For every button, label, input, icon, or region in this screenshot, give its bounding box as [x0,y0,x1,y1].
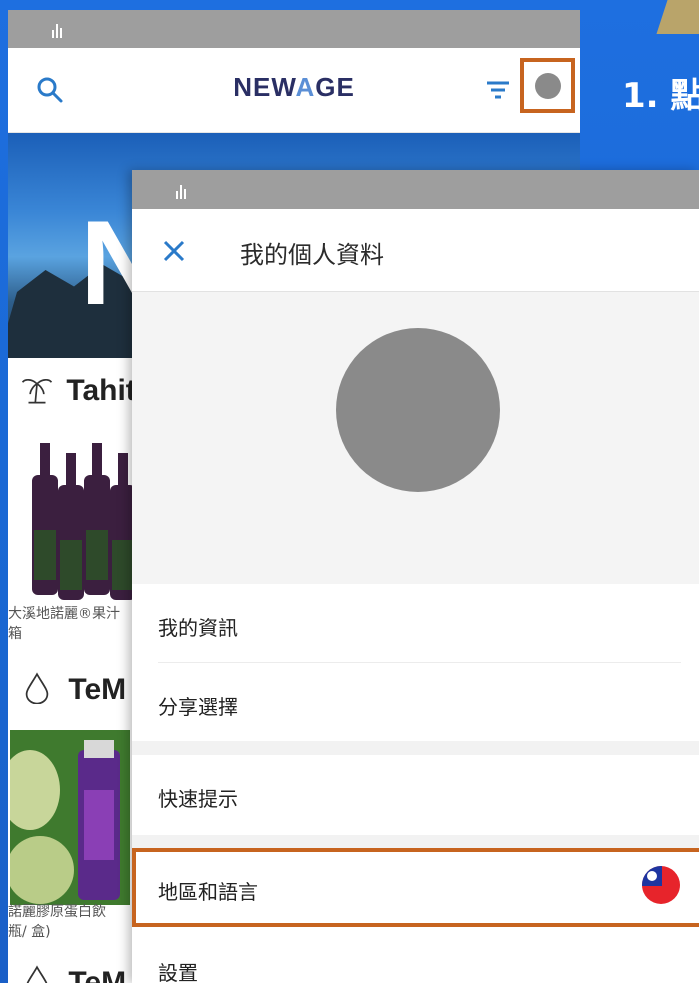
water-drop-icon [26,965,48,983]
product-image-noni-collagen[interactable] [10,730,130,905]
menu-item-label: 我的資訊 [158,616,238,640]
profile-avatar-button[interactable] [520,58,575,113]
product-image-noni-juice[interactable] [22,435,142,605]
signal-icon [52,24,64,38]
section-gap [132,741,699,755]
menu-item-label: 快速提示 [158,787,238,811]
menu-item-share-choice[interactable]: 分享選擇 [132,663,699,741]
menu-item-label: 設置 [158,961,198,983]
profile-avatar[interactable] [336,328,500,492]
menu-item-label: 分享選擇 [158,695,238,719]
page-title: 我的個人資料 [240,241,384,269]
status-bar [132,170,699,209]
profile-screen: 我的個人資料 我的資訊 分享選擇 快速提示 地區和語言 設置 [132,170,699,983]
profile-photo-area [132,292,699,584]
menu-item-settings[interactable]: 設置 [132,941,699,983]
menu-item-my-info[interactable]: 我的資訊 [132,584,699,662]
close-icon[interactable] [160,237,188,265]
avatar [535,73,561,99]
product-caption-noni-collagen: 諾麗膠原蛋白飲 瓶/ 盒) [8,904,106,940]
filter-icon[interactable] [484,76,512,104]
menu-item-region-language[interactable]: 地區和語言 [132,848,699,927]
menu-item-label: 地區和語言 [158,880,258,904]
step-label: 1. 點 [622,76,699,116]
palm-tree-icon [21,379,53,404]
product-caption-noni-juice: 大溪地諾麗®果汁 箱 [8,606,120,642]
water-drop-icon [25,672,49,705]
taiwan-flag-icon [642,866,680,904]
signal-icon [176,185,188,199]
section-gap [132,835,699,848]
status-bar [8,10,580,48]
profile-header: 我的個人資料 [132,209,699,292]
home-header: NEWAGE [8,48,580,133]
section-title-tahitian[interactable]: Tahit [8,372,150,412]
menu-item-quick-tips[interactable]: 快速提示 [132,755,699,835]
